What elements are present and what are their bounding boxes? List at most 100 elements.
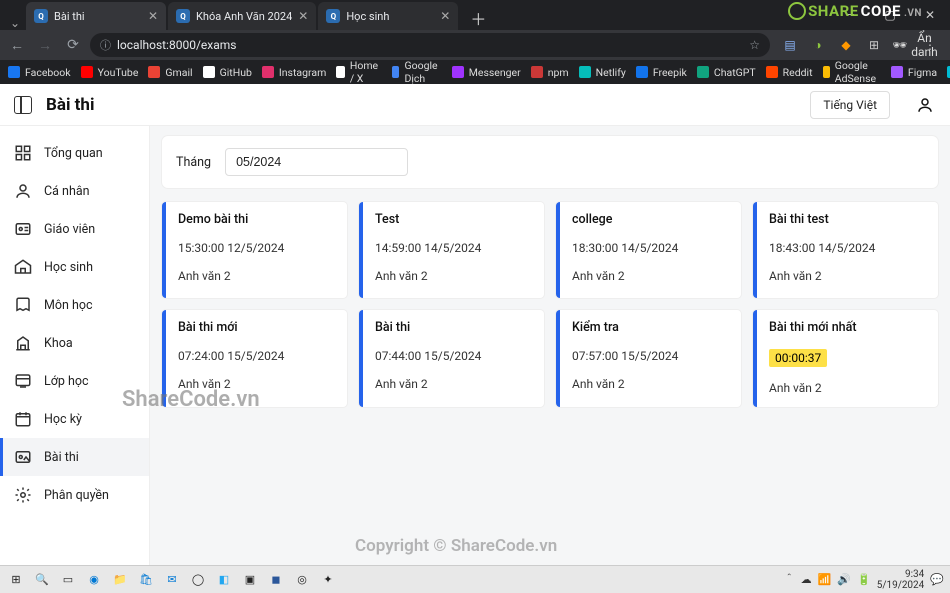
tray-chevron-icon[interactable]: ＾ bbox=[784, 572, 795, 588]
bookmark-favicon bbox=[891, 66, 903, 78]
back-button[interactable]: ← bbox=[6, 37, 28, 54]
bookmark-label: npm bbox=[548, 66, 569, 79]
app-header: Bài thi Tiếng Việt bbox=[0, 84, 950, 126]
exam-time: 15:30:00 12/5/2024 bbox=[178, 241, 335, 255]
sidebar-item[interactable]: Khoa bbox=[0, 324, 149, 362]
battery-icon[interactable]: 🔋 bbox=[857, 573, 871, 586]
terminal-icon[interactable]: ▣ bbox=[240, 570, 260, 590]
exam-card[interactable]: Bài thi test18:43:00 14/5/2024Anh văn 2 bbox=[753, 202, 938, 298]
bookmark-item[interactable]: Home / X bbox=[336, 59, 381, 85]
store-icon[interactable]: 🛍 bbox=[136, 570, 156, 590]
browser-tab[interactable]: QHọc sinh✕ bbox=[318, 2, 458, 30]
toggle-sidebar-icon[interactable] bbox=[14, 96, 32, 114]
bookmark-item[interactable]: YouTube bbox=[81, 66, 139, 79]
bookmark-item[interactable]: GitHub bbox=[203, 66, 252, 79]
bookmark-item[interactable]: Freepik bbox=[636, 66, 687, 79]
onedrive-icon[interactable]: ☁ bbox=[801, 573, 812, 586]
exam-time: 07:57:00 15/5/2024 bbox=[572, 349, 729, 363]
language-button[interactable]: Tiếng Việt bbox=[810, 91, 890, 119]
system-tray: ＾ ☁ 📶 🔊 🔋 9:34 5/19/2024 💬 bbox=[784, 569, 944, 591]
extensions-icon[interactable]: ◑ bbox=[808, 38, 828, 52]
sidebar-item[interactable]: Giáo viên bbox=[0, 210, 149, 248]
volume-icon[interactable]: 🔊 bbox=[837, 573, 851, 586]
exam-card[interactable]: Test14:59:00 14/5/2024Anh văn 2 bbox=[359, 202, 544, 298]
new-tab-button[interactable]: ＋ bbox=[460, 6, 496, 30]
bookmark-item[interactable]: npm bbox=[531, 66, 569, 79]
sidebar-item-label: Môn học bbox=[44, 298, 93, 313]
user-menu-icon[interactable] bbox=[914, 94, 936, 116]
exam-card[interactable]: Kiểm tra07:57:00 15/5/2024Anh văn 2 bbox=[556, 310, 741, 407]
sidebar-item[interactable]: Bài thi bbox=[0, 438, 149, 476]
sidebar-item[interactable]: Học kỳ bbox=[0, 400, 149, 438]
exam-card[interactable]: Bài thi mới07:24:00 15/5/2024Anh văn 2 bbox=[162, 310, 347, 407]
bookmark-item[interactable]: Instagram bbox=[262, 66, 326, 79]
sidebar-item-icon bbox=[14, 486, 32, 504]
menu-button[interactable]: ⋮ bbox=[920, 38, 940, 52]
exam-card[interactable]: college18:30:00 14/5/2024Anh văn 2 bbox=[556, 202, 741, 298]
vscode-icon[interactable]: ◧ bbox=[214, 570, 234, 590]
notifications-icon[interactable]: 💬 bbox=[930, 573, 944, 586]
word-icon[interactable]: ◼ bbox=[266, 570, 286, 590]
explorer-icon[interactable]: 📁 bbox=[110, 570, 130, 590]
browser-tab[interactable]: QBài thi✕ bbox=[26, 2, 166, 30]
close-tab-icon[interactable]: ✕ bbox=[298, 9, 308, 23]
app-icon[interactable]: ◎ bbox=[292, 570, 312, 590]
puzzle-icon[interactable]: ⊞ bbox=[864, 38, 884, 52]
close-tab-icon[interactable]: ✕ bbox=[440, 9, 450, 23]
forward-button[interactable]: → bbox=[34, 37, 56, 54]
bookmark-favicon bbox=[148, 66, 160, 78]
tab-dropdown-icon[interactable]: ⌄ bbox=[4, 16, 26, 30]
browser-tab[interactable]: QKhóa Anh Văn 2024✕ bbox=[168, 2, 316, 30]
wifi-icon[interactable]: 📶 bbox=[818, 573, 832, 586]
sidebar-item-label: Giáo viên bbox=[44, 222, 95, 237]
sidebar-item-icon bbox=[14, 258, 32, 276]
bookmark-item[interactable]: Gmail bbox=[148, 66, 192, 79]
bookmark-star-icon[interactable]: ☆ bbox=[749, 38, 760, 52]
bookmark-item[interactable]: Messenger bbox=[452, 66, 521, 79]
site-info-icon[interactable]: ⓘ bbox=[100, 37, 111, 53]
task-view-icon[interactable]: ▭ bbox=[58, 570, 78, 590]
bookmark-item[interactable]: Facebook bbox=[8, 66, 71, 79]
exam-card[interactable]: Demo bài thi15:30:00 12/5/2024Anh văn 2 bbox=[162, 202, 347, 298]
reload-button[interactable]: ⟳ bbox=[62, 37, 84, 53]
exam-card[interactable]: Bài thi mới nhất00:00:37Anh văn 2 bbox=[753, 310, 938, 407]
exam-card[interactable]: Bài thi07:44:00 15/5/2024Anh văn 2 bbox=[359, 310, 544, 407]
sidebar-item-label: Bài thi bbox=[44, 450, 79, 465]
mail-icon[interactable]: ✉ bbox=[162, 570, 182, 590]
sidebar-item[interactable]: Môn học bbox=[0, 286, 149, 324]
edge-icon[interactable]: ◉ bbox=[84, 570, 104, 590]
bookmark-item[interactable]: ChatGPT bbox=[697, 66, 756, 79]
bookmark-label: Reddit bbox=[783, 66, 813, 79]
exam-time: 14:59:00 14/5/2024 bbox=[375, 241, 532, 255]
close-tab-icon[interactable]: ✕ bbox=[148, 9, 158, 23]
app-icon-2[interactable]: ✦ bbox=[318, 570, 338, 590]
sidebar-item[interactable]: Cá nhân bbox=[0, 172, 149, 210]
exam-subject: Anh văn 2 bbox=[572, 269, 729, 283]
tab-title: Bài thi bbox=[54, 10, 142, 23]
taskbar-search-icon[interactable]: 🔍 bbox=[32, 570, 52, 590]
exam-subject: Anh văn 2 bbox=[769, 381, 926, 395]
bookmark-item[interactable]: Netlify bbox=[579, 66, 626, 79]
translate-icon[interactable]: ▤ bbox=[780, 38, 800, 52]
start-button[interactable]: ⊞ bbox=[6, 570, 26, 590]
url-field[interactable]: ⓘ localhost:8000/exams ☆ bbox=[90, 33, 770, 57]
clock[interactable]: 9:34 5/19/2024 bbox=[877, 569, 925, 591]
bookmark-item[interactable]: Figma bbox=[891, 66, 937, 79]
chrome-icon[interactable]: ◯ bbox=[188, 570, 208, 590]
bookmark-item[interactable]: Google AdSense bbox=[823, 59, 881, 85]
bookmark-favicon bbox=[8, 66, 20, 78]
extension-2-icon[interactable]: ◆ bbox=[836, 38, 856, 52]
sidebar-item-icon bbox=[14, 372, 32, 390]
filter-card: Tháng bbox=[162, 136, 938, 188]
sidebar-item-label: Học sinh bbox=[44, 260, 93, 275]
exam-time: 18:30:00 14/5/2024 bbox=[572, 241, 729, 255]
sidebar-item[interactable]: Phân quyền bbox=[0, 476, 149, 514]
sidebar-item[interactable]: Học sinh bbox=[0, 248, 149, 286]
bookmark-label: Figma bbox=[908, 66, 937, 79]
sidebar-item[interactable]: Lớp học bbox=[0, 362, 149, 400]
month-input[interactable] bbox=[225, 148, 408, 176]
sidebar-item[interactable]: Tổng quan bbox=[0, 134, 149, 172]
bookmark-label: Instagram bbox=[279, 66, 326, 79]
bookmark-item[interactable]: Google Dịch bbox=[392, 59, 442, 85]
bookmark-item[interactable]: Reddit bbox=[766, 66, 813, 79]
